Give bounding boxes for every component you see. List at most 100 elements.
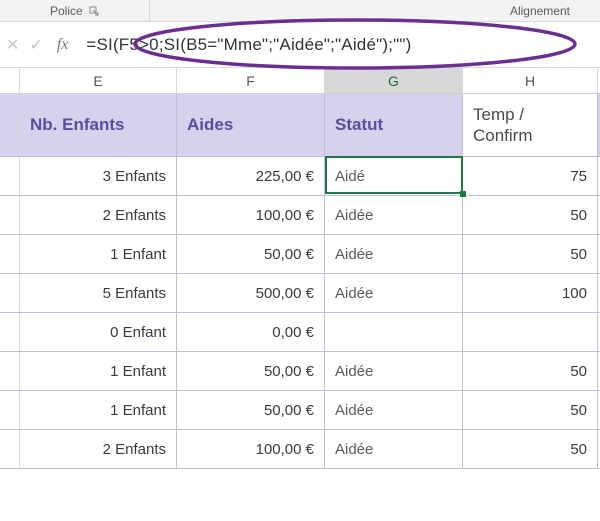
cell-nb-enfants[interactable]: 2 Enfants — [20, 196, 177, 234]
col-stub — [0, 68, 20, 93]
cell-statut[interactable]: Aidée — [325, 235, 463, 273]
col-letter: H — [525, 73, 535, 89]
header-label: Nb. Enfants — [30, 115, 124, 135]
header-label: Statut — [335, 115, 383, 135]
ribbon-align-label: Alignement — [510, 4, 570, 18]
cell-value: 0 Enfant — [110, 324, 166, 341]
header-aides[interactable]: Aides — [177, 94, 325, 156]
cell-value: Aidée — [335, 402, 373, 419]
cell-value: 50,00 € — [264, 402, 314, 419]
cell-value: Aidée — [335, 363, 373, 380]
cell-value: 2 Enfants — [103, 441, 166, 458]
fx-icon[interactable]: fx — [57, 36, 69, 54]
cell-nb-enfants[interactable]: 2 Enfants — [20, 430, 177, 468]
column-header-H[interactable]: H — [463, 68, 598, 93]
cell-value: 50,00 € — [264, 246, 314, 263]
cell-statut[interactable]: Aidé — [325, 157, 463, 195]
cell-value: 100 — [562, 285, 587, 302]
cancel-icon[interactable]: ✕ — [6, 35, 19, 55]
cell-value: Aidée — [335, 441, 373, 458]
cell-aides[interactable]: 0,00 € — [177, 313, 325, 351]
cell-value: 50 — [570, 207, 587, 224]
dialog-launcher-icon[interactable] — [89, 6, 99, 16]
cell-value: 1 Enfant — [110, 402, 166, 419]
cell-value: 50 — [570, 402, 587, 419]
cell-value: Aidée — [335, 246, 373, 263]
cell-aides[interactable]: 50,00 € — [177, 352, 325, 390]
cell-value: 500,00 € — [256, 285, 314, 302]
header-label: Aides — [187, 115, 233, 135]
table-row: 3 Enfants 225,00 € Aidé 75 — [0, 157, 600, 196]
cell-value: 100,00 € — [256, 207, 314, 224]
cell-nb-enfants[interactable]: 1 Enfant — [20, 235, 177, 273]
cell-statut[interactable]: Aidée — [325, 430, 463, 468]
cell-statut[interactable] — [325, 313, 463, 351]
cell-statut[interactable]: Aidée — [325, 352, 463, 390]
table-row: 5 Enfants 500,00 € Aidée 100 — [0, 274, 600, 313]
cell-aides[interactable]: 100,00 € — [177, 430, 325, 468]
header-nb-enfants[interactable]: Nb. Enfants — [20, 94, 177, 156]
cell-value: Aidé — [335, 168, 365, 185]
cell-aides[interactable]: 500,00 € — [177, 274, 325, 312]
table-header-row: Nb. Enfants Aides Statut Temp / Confirm — [0, 94, 600, 157]
col-letter: E — [93, 73, 102, 89]
table-row: 2 Enfants 100,00 € Aidée 50 — [0, 430, 600, 469]
cell-value: 75 — [570, 168, 587, 185]
header-statut[interactable]: Statut — [325, 94, 463, 156]
cell-temp-confirm[interactable]: 50 — [463, 430, 598, 468]
row-stub — [0, 274, 20, 312]
cell-aides[interactable]: 225,00 € — [177, 157, 325, 195]
formula-bar-buttons: ✕ ✓ — [0, 35, 49, 55]
cell-temp-confirm[interactable]: 50 — [463, 352, 598, 390]
row-stub — [0, 352, 20, 390]
cell-temp-confirm[interactable]: 50 — [463, 235, 598, 273]
cell-value: 50 — [570, 363, 587, 380]
header-label: Temp / Confirm — [473, 104, 587, 147]
row-stub — [0, 391, 20, 429]
table-row: 1 Enfant 50,00 € Aidée 50 — [0, 352, 600, 391]
cell-aides[interactable]: 50,00 € — [177, 235, 325, 273]
cell-temp-confirm[interactable]: 75 — [463, 157, 598, 195]
cell-value: 50,00 € — [264, 363, 314, 380]
row-stub — [0, 196, 20, 234]
cell-temp-confirm[interactable]: 50 — [463, 391, 598, 429]
cell-aides[interactable]: 50,00 € — [177, 391, 325, 429]
column-header-F[interactable]: F — [177, 68, 325, 93]
column-header-G[interactable]: G — [325, 68, 463, 93]
cell-nb-enfants[interactable]: 3 Enfants — [20, 157, 177, 195]
table-row: 2 Enfants 100,00 € Aidée 50 — [0, 196, 600, 235]
cell-temp-confirm[interactable] — [463, 313, 598, 351]
cell-temp-confirm[interactable]: 50 — [463, 196, 598, 234]
cell-value: 1 Enfant — [110, 363, 166, 380]
ribbon-group-labels: Police Alignement — [0, 0, 600, 22]
col-letter: G — [388, 73, 399, 89]
cell-statut[interactable]: Aidée — [325, 391, 463, 429]
row-stub — [0, 313, 20, 351]
cell-value: 50 — [570, 246, 587, 263]
cell-statut[interactable]: Aidée — [325, 196, 463, 234]
cell-statut[interactable]: Aidée — [325, 274, 463, 312]
cell-nb-enfants[interactable]: 1 Enfant — [20, 391, 177, 429]
header-temp-confirm[interactable]: Temp / Confirm — [463, 94, 598, 156]
cell-value: 0,00 € — [272, 324, 314, 341]
confirm-icon[interactable]: ✓ — [29, 35, 42, 55]
table-row: 1 Enfant 50,00 € Aidée 50 — [0, 235, 600, 274]
formula-input[interactable]: =SI(F5>0;SI(B5="Mme";"Aidée";"Aidé");"") — [86, 35, 411, 55]
cell-temp-confirm[interactable]: 100 — [463, 274, 598, 312]
table-row: 1 Enfant 50,00 € Aidée 50 — [0, 391, 600, 430]
cell-nb-enfants[interactable]: 1 Enfant — [20, 352, 177, 390]
cell-nb-enfants[interactable]: 5 Enfants — [20, 274, 177, 312]
ribbon-group-font: Police — [0, 0, 150, 21]
cell-value: 2 Enfants — [103, 207, 166, 224]
cell-nb-enfants[interactable]: 0 Enfant — [20, 313, 177, 351]
ribbon-group-alignment: Alignement — [510, 0, 600, 21]
cell-aides[interactable]: 100,00 € — [177, 196, 325, 234]
formula-bar: ✕ ✓ fx =SI(F5>0;SI(B5="Mme";"Aidée";"Aid… — [0, 22, 600, 68]
cell-value: 1 Enfant — [110, 246, 166, 263]
worksheet-grid[interactable]: Nb. Enfants Aides Statut Temp / Confirm … — [0, 94, 600, 469]
cell-value: 225,00 € — [256, 168, 314, 185]
cell-value: 3 Enfants — [103, 168, 166, 185]
row-stub — [0, 94, 20, 156]
column-header-E[interactable]: E — [20, 68, 177, 93]
cell-value: 100,00 € — [256, 441, 314, 458]
